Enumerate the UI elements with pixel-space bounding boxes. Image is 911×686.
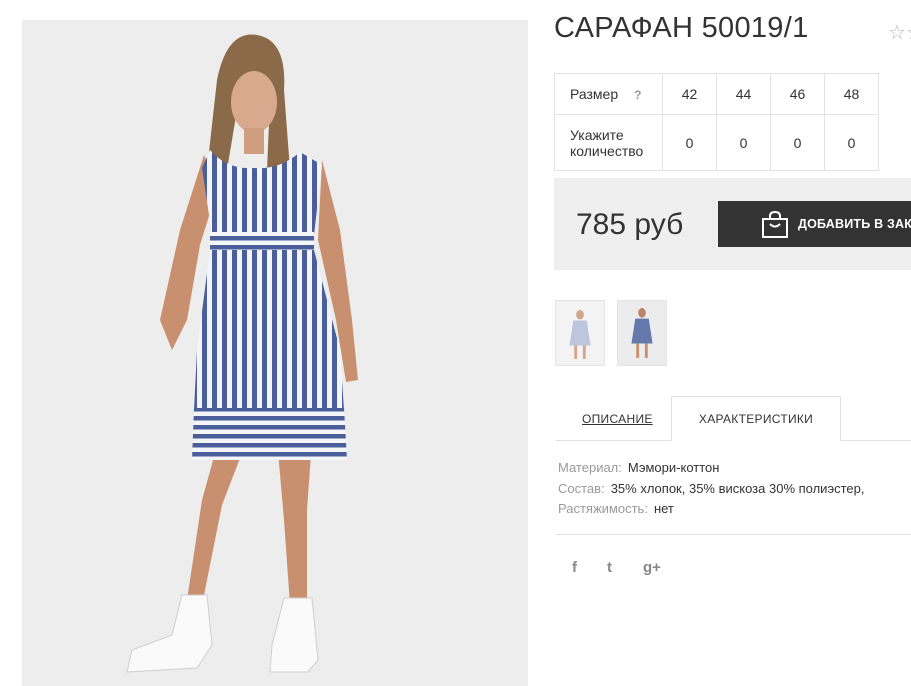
spec-key: Материал: [558,460,622,475]
add-to-cart-button[interactable]: ДОБАВИТЬ В ЗАКАЗ [718,201,911,247]
size-label-cell: Размер? [554,73,663,115]
spec-row: Растяжимость: нет [558,499,864,520]
thumbnail-front-view[interactable] [555,300,605,366]
quantity-label: Укажите количество [554,114,663,171]
quantity-input[interactable]: 0 [770,114,825,171]
quantity-input[interactable]: 0 [662,114,717,171]
size-hint-icon[interactable]: ? [634,88,641,102]
size-option: 44 [716,73,771,115]
thumbnail-image [618,301,666,365]
size-label: Размер [570,86,619,102]
quantity-input[interactable]: 0 [716,114,771,171]
quantity-row: Укажите количество 0 0 0 0 [554,114,879,171]
spec-value: 35% хлопок, 35% вискоза 30% полиэстер, [610,480,865,496]
google-plus-icon[interactable]: g+ [643,559,661,576]
spec-value: Мэмори-коттон [627,460,720,475]
spec-row: Материал: Мэмори-коттон [558,458,864,479]
price-value: 785 руб [576,208,684,241]
product-title: САРАФАН 50019/1 [554,12,809,44]
price-panel: 785 руб ДОБАВИТЬ В ЗАКАЗ [554,178,911,270]
size-option: 42 [662,73,717,115]
thumbnail-full-view[interactable] [617,300,667,366]
tab-characteristics[interactable]: ХАРАКТЕРИСТИКИ [671,396,841,441]
size-option: 48 [824,73,879,115]
quantity-input[interactable]: 0 [824,114,879,171]
spec-value: нет [653,501,674,516]
tab-characteristics-label: ХАРАКТЕРИСТИКИ [698,411,814,426]
add-to-cart-label: ДОБАВИТЬ В ЗАКАЗ [798,217,911,231]
shopping-bag-icon [762,210,788,238]
spec-key: Растяжимость: [558,501,648,516]
product-main-image[interactable] [22,20,528,686]
thumbnail-image [556,301,604,365]
tab-description[interactable]: ОПИСАНИЕ [582,412,653,426]
size-row: Размер? 42 44 46 48 [554,73,879,115]
facebook-icon[interactable]: f [572,559,577,576]
spec-key: Состав: [558,480,605,496]
twitter-icon[interactable]: t [607,559,612,576]
size-option: 46 [770,73,825,115]
model-illustration [126,34,358,673]
divider [556,534,911,535]
characteristics-list: Материал: Мэмори-коттон Состав: 35% хлопок… [558,458,864,520]
size-table: Размер? 42 44 46 48 Укажите количество 0… [554,73,879,171]
star-outline-icon[interactable]: ☆☆ [888,20,911,45]
spec-row: Состав: 35% хлопок, 35% вискоза 30% полиэ… [558,479,864,500]
